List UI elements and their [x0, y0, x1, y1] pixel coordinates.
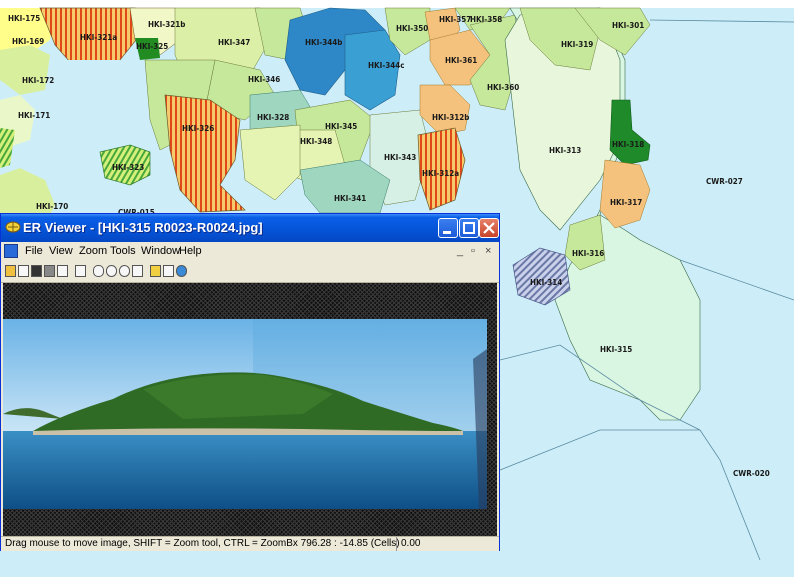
label-hki-316: HKI-316: [572, 249, 604, 258]
label-cwr-027: CWR-027: [706, 177, 743, 186]
menu-help[interactable]: Help: [179, 245, 202, 257]
info-icon[interactable]: [150, 265, 161, 277]
menu-zoom[interactable]: Zoom: [79, 245, 107, 257]
document-icon[interactable]: [4, 244, 18, 258]
label-hki-313: HKI-313: [549, 146, 581, 155]
copy-icon[interactable]: [18, 265, 29, 277]
label-hki-346: HKI-346: [248, 75, 280, 84]
status-message: Drag mouse to move image, SHIFT = Zoom t…: [5, 538, 400, 549]
globe-icon[interactable]: [176, 265, 187, 277]
label-hki-360: HKI-360: [487, 83, 519, 92]
window-title: ER Viewer - [HKI-315 R0023-R0024.jpg]: [23, 220, 263, 235]
mdi-restore-button[interactable]: ▫: [471, 245, 475, 257]
zoom-icon[interactable]: [106, 265, 117, 277]
label-hki-170: HKI-170: [36, 202, 68, 211]
label-hki-328: HKI-328: [257, 113, 289, 122]
zoom-box-icon[interactable]: [119, 265, 130, 277]
label-hki-319: HKI-319: [561, 40, 593, 49]
label-hki-318: HKI-318: [612, 140, 644, 149]
status-divider: [396, 537, 397, 551]
label-hki-172: HKI-172: [22, 76, 54, 85]
refresh-icon[interactable]: [75, 265, 86, 277]
help-pointer-icon[interactable]: [163, 265, 174, 277]
label-hki-314: HKI-314: [530, 278, 562, 287]
label-hki-317: HKI-317: [610, 198, 642, 207]
label-hki-344b: HKI-344b: [305, 38, 342, 47]
label-hki-171: HKI-171: [18, 111, 50, 120]
print-preview-icon[interactable]: [57, 265, 68, 277]
label-hki-323: HKI-323: [112, 163, 144, 172]
menu-bar: File View Zoom Tools Window Help _ ▫ ×: [1, 242, 499, 262]
toolbar: [1, 262, 499, 283]
label-hki-321b: HKI-321b: [148, 20, 185, 29]
label-hki-358: HKI-358: [470, 15, 502, 24]
minimize-icon: [443, 231, 451, 234]
status-bar: Drag mouse to move image, SHIFT = Zoom t…: [1, 536, 499, 551]
menu-window[interactable]: Window: [141, 245, 180, 257]
label-hki-345: HKI-345: [325, 122, 357, 131]
mdi-minimize-button[interactable]: _: [457, 245, 463, 257]
close-button[interactable]: [479, 218, 499, 238]
image-canvas[interactable]: [3, 283, 497, 536]
label-hki-312a: HKI-312a: [422, 169, 459, 178]
label-hki-312b: HKI-312b: [432, 113, 469, 122]
label-hki-169: HKI-169: [12, 37, 44, 46]
label-hki-350: HKI-350: [396, 24, 428, 33]
menu-file[interactable]: File: [25, 245, 43, 257]
mdi-close-button[interactable]: ×: [485, 245, 491, 257]
label-hki-301: HKI-301: [612, 21, 644, 30]
open-icon[interactable]: [5, 265, 16, 277]
label-hki-321a: HKI-321a: [80, 33, 117, 42]
label-hki-344c: HKI-344c: [368, 61, 405, 70]
status-value: 0.00: [401, 538, 421, 549]
label-hki-326: HKI-326: [182, 124, 214, 133]
label-hki-341: HKI-341: [334, 194, 366, 203]
menu-view[interactable]: View: [49, 245, 73, 257]
globe-app-icon: [5, 221, 21, 233]
title-bar[interactable]: ER Viewer - [HKI-315 R0023-R0024.jpg]: [1, 214, 499, 242]
maximize-icon: [463, 222, 475, 234]
panorama-photo: [3, 319, 487, 509]
label-hki-347: HKI-347: [218, 38, 250, 47]
er-viewer-window[interactable]: ER Viewer - [HKI-315 R0023-R0024.jpg] Fi…: [0, 213, 500, 551]
hand-pan-icon[interactable]: [93, 265, 104, 277]
label-hki-361: HKI-361: [445, 56, 477, 65]
label-hki-325: HKI-325: [136, 42, 168, 51]
close-icon: [483, 222, 495, 234]
menu-tools[interactable]: Tools: [110, 245, 136, 257]
label-cwr-020: CWR-020: [733, 469, 770, 478]
maximize-button[interactable]: [459, 218, 479, 238]
label-hki-315: HKI-315: [600, 345, 632, 354]
label-hki-357: HKI-357: [439, 15, 471, 24]
label-hki-343: HKI-343: [384, 153, 416, 162]
pointer-icon[interactable]: [132, 265, 143, 277]
label-hki-348: HKI-348: [300, 137, 332, 146]
label-hki-175: HKI-175: [8, 14, 40, 23]
minimize-button[interactable]: [438, 218, 458, 238]
save-icon[interactable]: [31, 265, 42, 277]
print-icon[interactable]: [44, 265, 55, 277]
